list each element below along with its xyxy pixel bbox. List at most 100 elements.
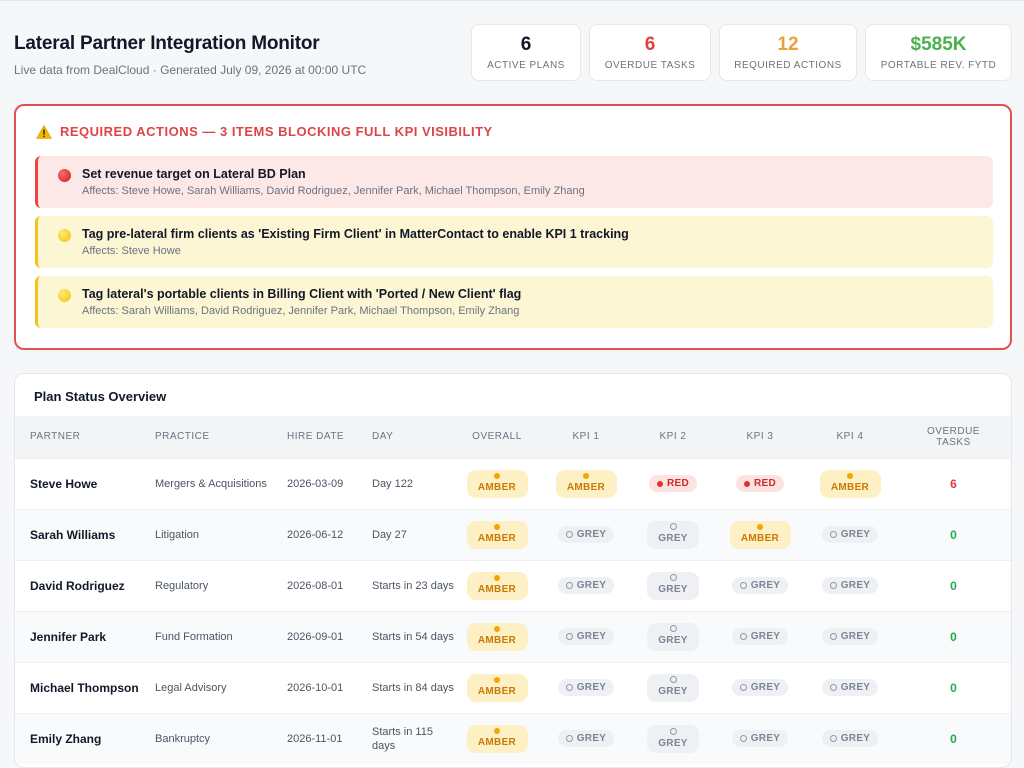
cell-partner: Michael Thompson bbox=[30, 680, 139, 695]
cell-hire-date: 2026-08-01 bbox=[287, 579, 344, 592]
status-label: GREY bbox=[750, 681, 781, 693]
status-dot-icon bbox=[583, 473, 589, 479]
action-text: Tag pre-lateral firm clients as 'Existin… bbox=[82, 227, 629, 241]
column-header[interactable]: KPI 2 bbox=[632, 416, 714, 458]
cell-overall: AMBER bbox=[454, 713, 540, 764]
status-label: GREY bbox=[750, 732, 781, 744]
status-label: GREY bbox=[840, 630, 871, 642]
table-row[interactable]: Jennifer Park Fund Formation 2026-09-01 Sta… bbox=[15, 611, 1011, 662]
status-dot-icon bbox=[494, 728, 500, 735]
cell-practice: Bankruptcy bbox=[155, 732, 211, 745]
warning-icon bbox=[36, 124, 52, 139]
column-header[interactable]: Practice bbox=[140, 416, 272, 458]
cell-partner: Jennifer Park bbox=[30, 629, 107, 644]
column-header[interactable]: KPI 4 bbox=[806, 416, 894, 458]
cell-partner: Sarah Williams bbox=[30, 527, 116, 542]
status-badge: RED bbox=[735, 475, 784, 492]
column-header[interactable]: Partner bbox=[15, 416, 140, 458]
column-header[interactable]: KPI 1 bbox=[540, 416, 632, 458]
table-header-row: Partner Practice Hire Date Day Overall K… bbox=[15, 416, 1011, 458]
action-text: Set revenue target on Lateral BD Plan bbox=[82, 167, 306, 181]
red-circle-icon bbox=[58, 169, 71, 182]
cell-kpi3: RED bbox=[714, 458, 806, 509]
table-row[interactable]: Steve Howe Mergers & Acquisitions 2026-03-… bbox=[15, 458, 1011, 509]
status-badge: GREY bbox=[731, 730, 789, 748]
required-actions-title: Required Actions — 3 Items Blocking Full… bbox=[60, 124, 493, 139]
action-item[interactable]: Tag lateral's portable clients in Billin… bbox=[35, 276, 993, 328]
status-label: GREY bbox=[658, 533, 688, 545]
table-row[interactable]: Emily Zhang Bankruptcy 2026-11-01 Starts in… bbox=[15, 713, 1011, 764]
top-divider bbox=[0, 0, 1024, 1]
cell-kpi4: GREY bbox=[806, 560, 894, 611]
status-badge: RED bbox=[648, 475, 697, 492]
status-badge: GREY bbox=[731, 628, 789, 645]
status-dot-icon bbox=[494, 575, 500, 581]
cell-kpi3: GREY bbox=[714, 713, 806, 764]
hollow-circle-icon bbox=[829, 735, 837, 743]
hollow-circle-icon bbox=[669, 676, 677, 684]
table-row[interactable]: Michael Thompson Legal Advisory 2026-10-01… bbox=[15, 662, 1011, 713]
status-label: AMBER bbox=[477, 635, 517, 646]
cell-kpi2: GREY bbox=[632, 662, 714, 713]
cell-kpi2: GREY bbox=[632, 713, 714, 764]
stat-card-overdue-tasks: 6 Overdue Tasks bbox=[589, 24, 711, 81]
hollow-circle-icon bbox=[829, 633, 837, 640]
table-row[interactable]: David Rodriguez Regulatory 2026-08-01 Start… bbox=[15, 560, 1011, 611]
yellow-circle-icon bbox=[58, 229, 71, 242]
hollow-circle-icon bbox=[669, 574, 677, 582]
cell-partner: Emily Zhang bbox=[30, 731, 102, 746]
cell-kpi3: GREY bbox=[714, 662, 806, 713]
status-dot-icon bbox=[656, 480, 663, 487]
cell-kpi1: GREY bbox=[540, 662, 632, 713]
status-dot-icon bbox=[494, 626, 500, 632]
status-badge: GREY bbox=[557, 628, 615, 645]
cell-overdue: 0 bbox=[950, 731, 957, 746]
cell-overall: AMBER bbox=[454, 611, 540, 662]
stat-card-portable-revenue: $585K Portable Rev. FYTD bbox=[865, 24, 1012, 81]
status-dot-icon bbox=[494, 473, 500, 479]
action-item[interactable]: Set revenue target on Lateral BD Plan Af… bbox=[35, 156, 993, 208]
cell-kpi2: RED bbox=[632, 458, 714, 509]
action-affects: Affects: Steve Howe bbox=[82, 245, 181, 257]
hollow-circle-icon bbox=[565, 684, 573, 691]
column-header[interactable]: KPI 3 bbox=[714, 416, 806, 458]
required-actions-heading: Required Actions — 3 Items Blocking Full… bbox=[36, 124, 493, 139]
hollow-circle-icon bbox=[669, 727, 677, 735]
status-badge: GREY bbox=[731, 577, 789, 594]
stat-value: 6 bbox=[520, 34, 532, 55]
status-dot-icon bbox=[743, 480, 750, 487]
cell-hire-date: 2026-06-12 bbox=[287, 528, 344, 541]
column-header[interactable]: Overdue Tasks bbox=[894, 416, 1011, 458]
cell-kpi3: AMBER bbox=[714, 509, 806, 560]
hollow-circle-icon bbox=[739, 684, 747, 691]
status-badge: GREY bbox=[647, 520, 699, 549]
table-row[interactable]: Sarah Williams Litigation 2026-06-12 Day 27… bbox=[15, 509, 1011, 560]
hollow-circle-icon bbox=[829, 531, 837, 538]
action-item[interactable]: Tag pre-lateral firm clients as 'Existin… bbox=[35, 216, 993, 268]
status-badge: GREY bbox=[821, 577, 879, 594]
status-label: GREY bbox=[576, 732, 607, 744]
status-dot-icon bbox=[847, 473, 853, 479]
status-label: GREY bbox=[576, 630, 607, 642]
status-badge: AMBER bbox=[729, 521, 791, 549]
column-header[interactable]: Hire Date bbox=[272, 416, 357, 458]
cell-kpi1: GREY bbox=[540, 509, 632, 560]
status-badge: GREY bbox=[821, 679, 879, 696]
required-actions-panel: Required Actions — 3 Items Blocking Full… bbox=[14, 104, 1012, 350]
status-badge: GREY bbox=[647, 725, 699, 753]
cell-kpi4: GREY bbox=[806, 611, 894, 662]
status-badge: GREY bbox=[647, 571, 699, 600]
status-badge: GREY bbox=[821, 730, 879, 748]
hollow-circle-icon bbox=[739, 735, 747, 743]
column-header[interactable]: Day bbox=[357, 416, 454, 458]
cell-overall: AMBER bbox=[454, 509, 540, 560]
status-badge: AMBER bbox=[466, 725, 528, 754]
cell-kpi3: GREY bbox=[714, 560, 806, 611]
column-header[interactable]: Overall bbox=[454, 416, 540, 458]
cell-day: Day 122 bbox=[372, 477, 413, 490]
stat-value: $585K bbox=[910, 34, 967, 55]
cell-kpi1: AMBER bbox=[540, 458, 632, 509]
hollow-circle-icon bbox=[739, 633, 747, 640]
hollow-circle-icon bbox=[829, 582, 837, 589]
hollow-circle-icon bbox=[565, 735, 573, 743]
